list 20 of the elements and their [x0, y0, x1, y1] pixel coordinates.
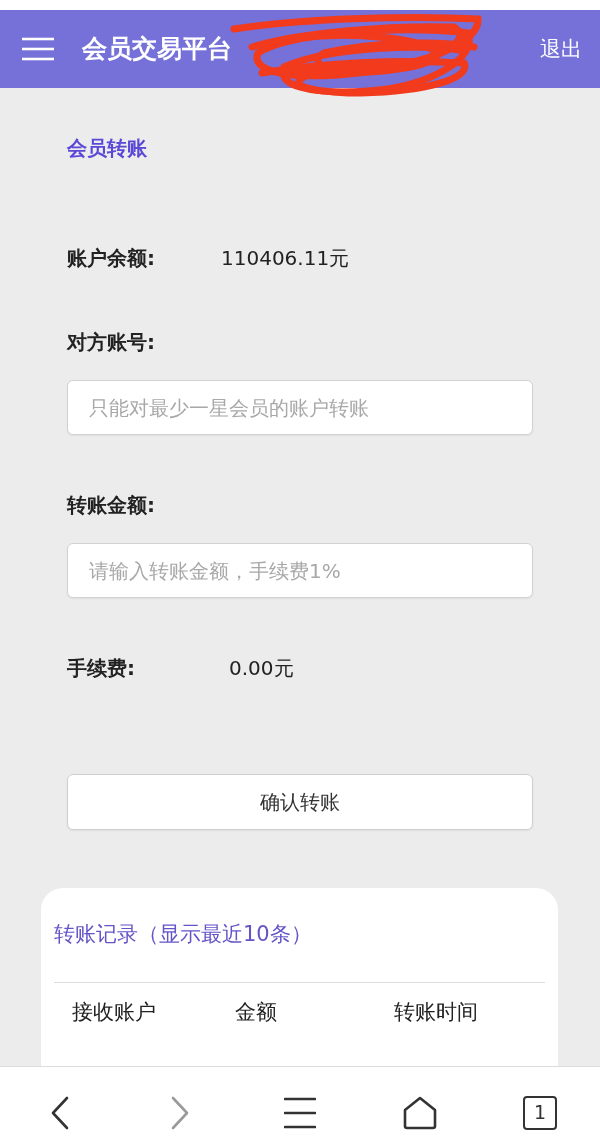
column-header: 转账时间	[394, 999, 478, 1026]
input-field[interactable]: 请输入转账金额，手续费1%	[67, 543, 533, 598]
fee-value: 0.00元	[229, 655, 294, 682]
app-title: 会员交易平台	[82, 33, 232, 65]
back-icon[interactable]	[50, 1095, 70, 1130]
field-label: 账户余额:	[67, 245, 156, 272]
field-label: 对方账号:	[67, 329, 155, 356]
records-title: 转账记录（显示最近10条）	[54, 921, 312, 948]
home-icon[interactable]	[403, 1095, 437, 1130]
section-title: 会员转账	[67, 135, 147, 162]
input-field[interactable]: 只能对最少一星会员的账户转账	[67, 380, 533, 435]
field-label: 手续费:	[67, 655, 136, 682]
column-header: 接收账户	[72, 999, 156, 1026]
column-header: 金额	[235, 999, 277, 1026]
field-label: 转账金额:	[67, 492, 155, 519]
menu-icon[interactable]	[284, 1096, 316, 1129]
balance-value: 110406.11元	[221, 245, 350, 272]
tabs-button[interactable]: 1	[523, 1095, 557, 1130]
confirm-button[interactable]: 确认转账	[67, 774, 533, 830]
logout-button[interactable]: 退出	[540, 35, 582, 63]
